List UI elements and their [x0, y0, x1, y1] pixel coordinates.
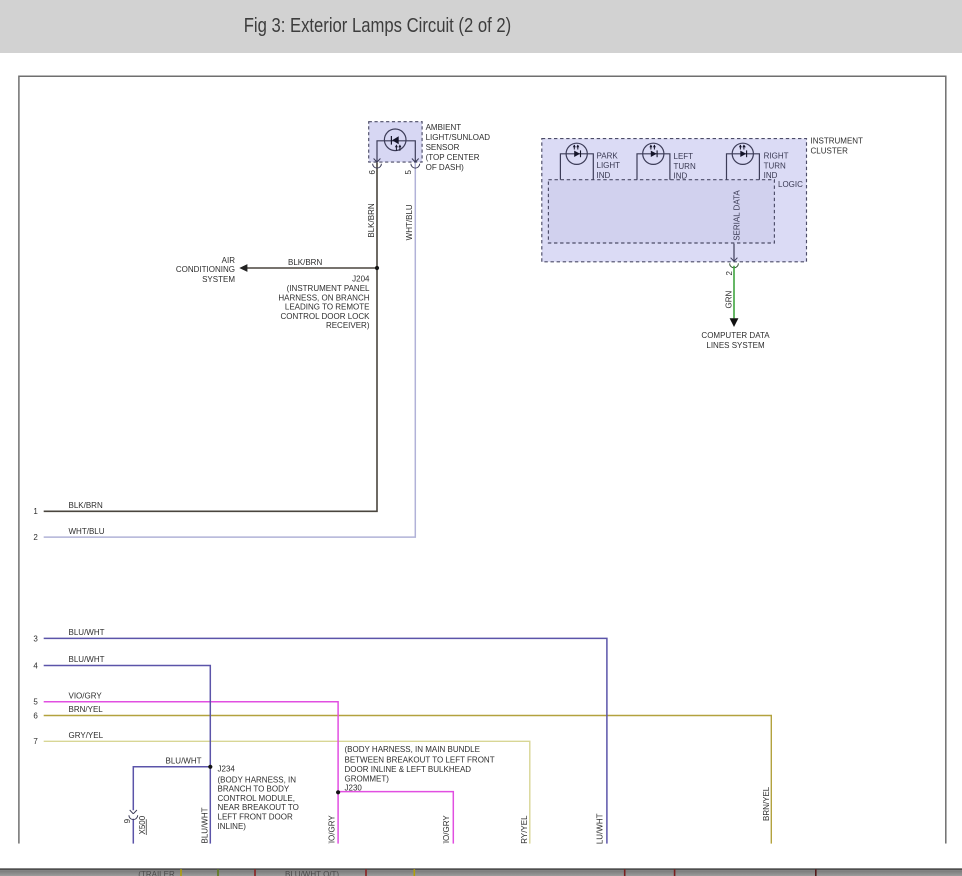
svg-text:VIO/GRY: VIO/GRY [442, 815, 451, 849]
svg-text:RECEIVER): RECEIVER) [326, 321, 370, 330]
svg-text:BLU/WHT O/T): BLU/WHT O/T) [285, 870, 339, 876]
svg-text:DOOR INLINE & LEFT BULKHEAD: DOOR INLINE & LEFT BULKHEAD [345, 765, 472, 774]
svg-text:BLU/WHT: BLU/WHT [595, 813, 604, 849]
svg-text:COMPUTER DATA: COMPUTER DATA [701, 331, 770, 340]
svg-text:SENSOR: SENSOR [426, 143, 460, 152]
svg-text:IND: IND [764, 171, 778, 180]
svg-text:BETWEEN BREAKOUT TO LEFT FRONT: BETWEEN BREAKOUT TO LEFT FRONT [345, 755, 495, 764]
svg-text:2: 2 [725, 271, 734, 276]
svg-text:INSTRUMENT: INSTRUMENT [811, 137, 864, 146]
svg-text:LEFT FRONT DOOR: LEFT FRONT DOOR [218, 813, 293, 822]
svg-text:1: 1 [33, 507, 38, 516]
svg-text:GRY/YEL: GRY/YEL [520, 815, 529, 850]
svg-text:J204: J204 [352, 275, 370, 284]
svg-text:HARNESS, ON BRANCH: HARNESS, ON BRANCH [278, 293, 369, 302]
svg-text:Fig 3: Exterior Lamps Circuit: Fig 3: Exterior Lamps Circuit (2 of 2) [244, 15, 512, 37]
svg-text:5: 5 [33, 698, 38, 707]
svg-text:LIGHT/SUNLOAD: LIGHT/SUNLOAD [426, 133, 491, 142]
svg-text:CONDITIONING: CONDITIONING [176, 265, 235, 274]
svg-text:TURN: TURN [764, 161, 786, 170]
svg-text:BRN/YEL: BRN/YEL [69, 705, 104, 714]
svg-text:2: 2 [33, 533, 38, 542]
svg-text:VIO/GRY: VIO/GRY [69, 692, 103, 701]
svg-text:7: 7 [33, 737, 38, 746]
svg-text:5: 5 [404, 170, 413, 175]
svg-text:CONTROL DOOR LOCK: CONTROL DOOR LOCK [280, 312, 370, 321]
svg-text:9: 9 [123, 818, 132, 823]
svg-text:SERIAL DATA: SERIAL DATA [732, 190, 741, 241]
svg-text:(TOP CENTER: (TOP CENTER [426, 153, 480, 162]
svg-text:SYSTEM: SYSTEM [202, 275, 235, 284]
svg-text:J234: J234 [218, 764, 236, 773]
svg-text:PARK: PARK [597, 151, 619, 160]
svg-text:AIR: AIR [222, 256, 236, 265]
svg-text:(BODY HARNESS, IN: (BODY HARNESS, IN [218, 775, 297, 784]
svg-text:BLU/WHT: BLU/WHT [69, 628, 105, 637]
svg-text:NEAR BREAKOUT TO: NEAR BREAKOUT TO [218, 803, 299, 812]
svg-text:LIGHT: LIGHT [597, 161, 621, 170]
svg-text:CLUSTER: CLUSTER [811, 147, 849, 156]
svg-text:BLU/WHT: BLU/WHT [201, 807, 210, 843]
svg-text:OF DASH): OF DASH) [426, 163, 465, 172]
svg-text:BRN/YEL: BRN/YEL [762, 786, 771, 821]
svg-text:J230: J230 [345, 784, 363, 793]
svg-text:BLK/BRN: BLK/BRN [367, 203, 376, 237]
svg-text:(BODY HARNESS, IN MAIN BUNDLE: (BODY HARNESS, IN MAIN BUNDLE [345, 745, 480, 754]
svg-text:INLINE): INLINE) [218, 822, 247, 831]
svg-text:4: 4 [33, 661, 38, 670]
svg-text:LOGIC: LOGIC [778, 180, 803, 189]
svg-text:LEFT: LEFT [674, 152, 694, 161]
svg-text:IND: IND [597, 171, 611, 180]
svg-text:LEADING TO REMOTE: LEADING TO REMOTE [285, 303, 370, 312]
svg-text:GRY/YEL: GRY/YEL [69, 731, 104, 740]
svg-text:(INSTRUMENT PANEL: (INSTRUMENT PANEL [287, 284, 370, 293]
svg-text:IND: IND [674, 172, 688, 181]
svg-text:AMBIENT: AMBIENT [426, 123, 462, 132]
svg-text:X500: X500 [138, 815, 147, 834]
svg-text:BLK/BRN: BLK/BRN [288, 258, 322, 267]
svg-text:RIGHT: RIGHT [764, 152, 789, 161]
svg-text:BLK/BRN: BLK/BRN [69, 501, 103, 510]
svg-text:BRANCH TO BODY: BRANCH TO BODY [218, 785, 290, 794]
svg-text:BLU/WHT: BLU/WHT [166, 756, 202, 765]
svg-text:BLU/WHT: BLU/WHT [69, 655, 105, 664]
svg-text:WHT/BLU: WHT/BLU [405, 204, 414, 240]
svg-text:6: 6 [368, 170, 377, 175]
svg-text:6: 6 [33, 711, 38, 720]
svg-text:WHT/BLU: WHT/BLU [69, 527, 105, 536]
svg-text:(TRAILER: (TRAILER [138, 870, 175, 876]
svg-text:VIO/GRY: VIO/GRY [328, 815, 337, 849]
svg-text:GROMMET): GROMMET) [345, 775, 390, 784]
svg-text:TURN: TURN [674, 162, 696, 171]
svg-text:LINES SYSTEM: LINES SYSTEM [706, 341, 765, 350]
svg-text:3: 3 [33, 634, 38, 643]
svg-text:CONTROL MODULE,: CONTROL MODULE, [218, 794, 296, 803]
svg-text:GRN: GRN [725, 291, 734, 309]
